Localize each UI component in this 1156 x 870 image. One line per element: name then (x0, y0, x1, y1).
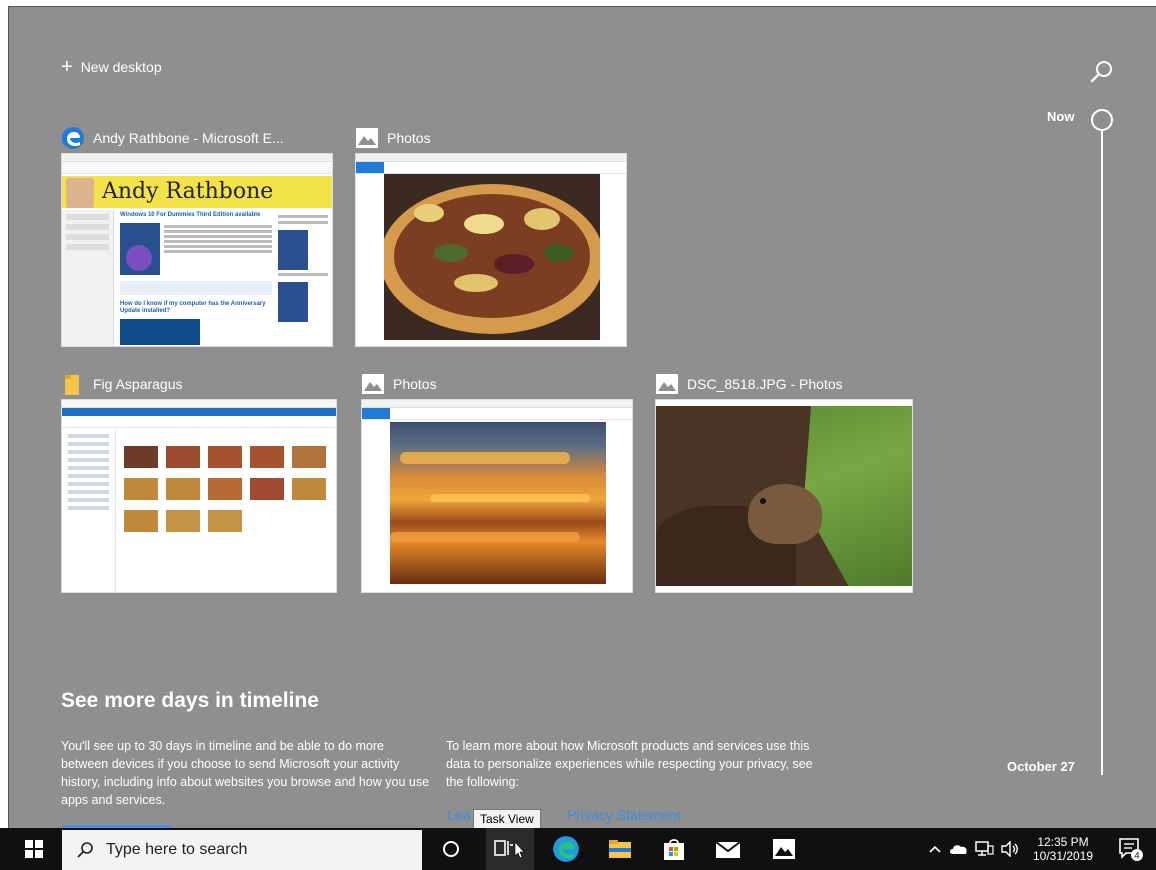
learn-more-link[interactable]: Lea (447, 807, 470, 823)
taskbar: Type here to search 12:35 PM 10/31/2019 … (0, 828, 1156, 870)
search-placeholder: Type here to search (106, 841, 248, 858)
gopher-photo (656, 406, 912, 586)
site-sidebar (62, 210, 114, 346)
card-title-text: Fig Asparagus (93, 376, 183, 392)
photos-icon (773, 839, 795, 859)
notification-count: 4 (1134, 851, 1139, 861)
notifications-icon: 4 (1119, 838, 1143, 861)
new-desktop-label: New desktop (80, 59, 162, 75)
edge-icon (553, 836, 579, 862)
site-right-column (278, 212, 328, 322)
promo-text-1: You'll see up to 30 days in timeline and… (61, 739, 430, 807)
card-title: Photos (361, 371, 633, 397)
edge-icon (62, 127, 84, 149)
card-title: Photos (355, 125, 627, 151)
window-thumbnail (355, 153, 627, 347)
promo-title: See more days in timeline (61, 689, 319, 712)
site-article: Windows 10 For Dummies Third Edition ava… (120, 212, 272, 345)
card-title-text: Photos (393, 376, 437, 392)
photos-icon (356, 128, 378, 148)
new-desktop-button[interactable]: + New desktop (61, 57, 162, 77)
network-button[interactable] (972, 828, 996, 870)
photos-taskbar-button[interactable] (764, 828, 804, 870)
task-view-timeline: + New desktop Now October 27 Andy Rathbo… (8, 6, 1156, 829)
card-title: DSC_8518.JPG - Photos (655, 371, 913, 397)
start-button[interactable] (14, 828, 54, 870)
window-thumbnail: Andy Rathbone Windows 10 For Dummies Thi… (61, 153, 333, 347)
photos-icon (656, 374, 678, 394)
taskbar-search-box[interactable]: Type here to search (62, 830, 422, 870)
window-card-photos-gopher[interactable]: DSC_8518.JPG - Photos (655, 371, 913, 593)
cortana-button[interactable] (432, 828, 470, 870)
store-icon (664, 839, 684, 860)
volume-button[interactable] (998, 828, 1022, 870)
timeline-date-label: October 27 (1007, 759, 1075, 774)
photos-icon (362, 374, 384, 394)
window-card-file-explorer[interactable]: Fig Asparagus (61, 371, 337, 593)
card-title: Andy Rathbone - Microsoft E... (61, 125, 333, 151)
edge-taskbar-button[interactable] (546, 828, 586, 870)
task-view-button[interactable] (486, 828, 534, 870)
promo-text-2: To learn more about how Microsoft produc… (446, 739, 813, 789)
clock-time: 12:35 PM (1037, 835, 1089, 849)
article-heading-2: How do I know if my computer has the Ann… (120, 301, 266, 314)
window-card-edge[interactable]: Andy Rathbone - Microsoft E... Andy Rath… (61, 125, 333, 347)
search-icon (77, 842, 93, 858)
task-view-icon (494, 840, 525, 859)
card-title-text: DSC_8518.JPG - Photos (687, 376, 843, 392)
windows-start-icon (25, 840, 43, 858)
file-grid (124, 446, 334, 532)
window-thumbnail (361, 399, 633, 593)
show-hidden-icons-button[interactable] (926, 828, 944, 870)
mail-icon (715, 841, 741, 858)
speaker-icon (1001, 841, 1018, 857)
author-photo (66, 178, 94, 208)
plus-icon: + (61, 56, 73, 78)
site-banner-title: Andy Rathbone (102, 179, 274, 204)
store-taskbar-button[interactable] (654, 828, 694, 870)
clock-date: 10/31/2019 (1032, 849, 1094, 863)
timeline-search-icon[interactable] (1089, 59, 1115, 85)
timeline-now-label: Now (1047, 109, 1075, 124)
task-view-tooltip: Task View (473, 809, 541, 829)
timeline-track[interactable] (1101, 127, 1103, 775)
site-banner: Andy Rathbone (62, 176, 332, 208)
gopher (748, 484, 822, 544)
folder-icon (65, 375, 79, 395)
chevron-up-icon (929, 845, 941, 853)
card-title-text: Andy Rathbone - Microsoft E... (93, 130, 284, 146)
book-cover (120, 223, 160, 275)
pizza-photo (384, 174, 600, 340)
window-card-photos-sunset[interactable]: Photos (361, 371, 633, 593)
onedrive-button[interactable] (948, 828, 970, 870)
file-explorer-icon (609, 840, 631, 858)
timeline-scrubber-handle[interactable] (1091, 109, 1113, 131)
window-thumbnail (61, 399, 337, 593)
privacy-statement-link[interactable]: Privacy Statement (567, 807, 681, 823)
clock-button[interactable]: 12:35 PM 10/31/2019 (1024, 828, 1102, 870)
action-center-button[interactable]: 4 (1110, 828, 1150, 870)
nav-pane (62, 430, 116, 592)
sunset-photo (390, 422, 606, 584)
window-card-photos-pizza[interactable]: Photos (355, 125, 627, 347)
card-title-text: Photos (387, 130, 431, 146)
card-title: Fig Asparagus (61, 371, 337, 397)
cortana-icon (443, 841, 459, 857)
article-heading: Windows 10 For Dummies Third Edition ava… (120, 212, 261, 218)
cloud-icon (950, 845, 967, 854)
mail-taskbar-button[interactable] (708, 828, 748, 870)
network-icon (975, 841, 994, 856)
file-explorer-taskbar-button[interactable] (600, 828, 640, 870)
window-thumbnail (655, 399, 913, 593)
